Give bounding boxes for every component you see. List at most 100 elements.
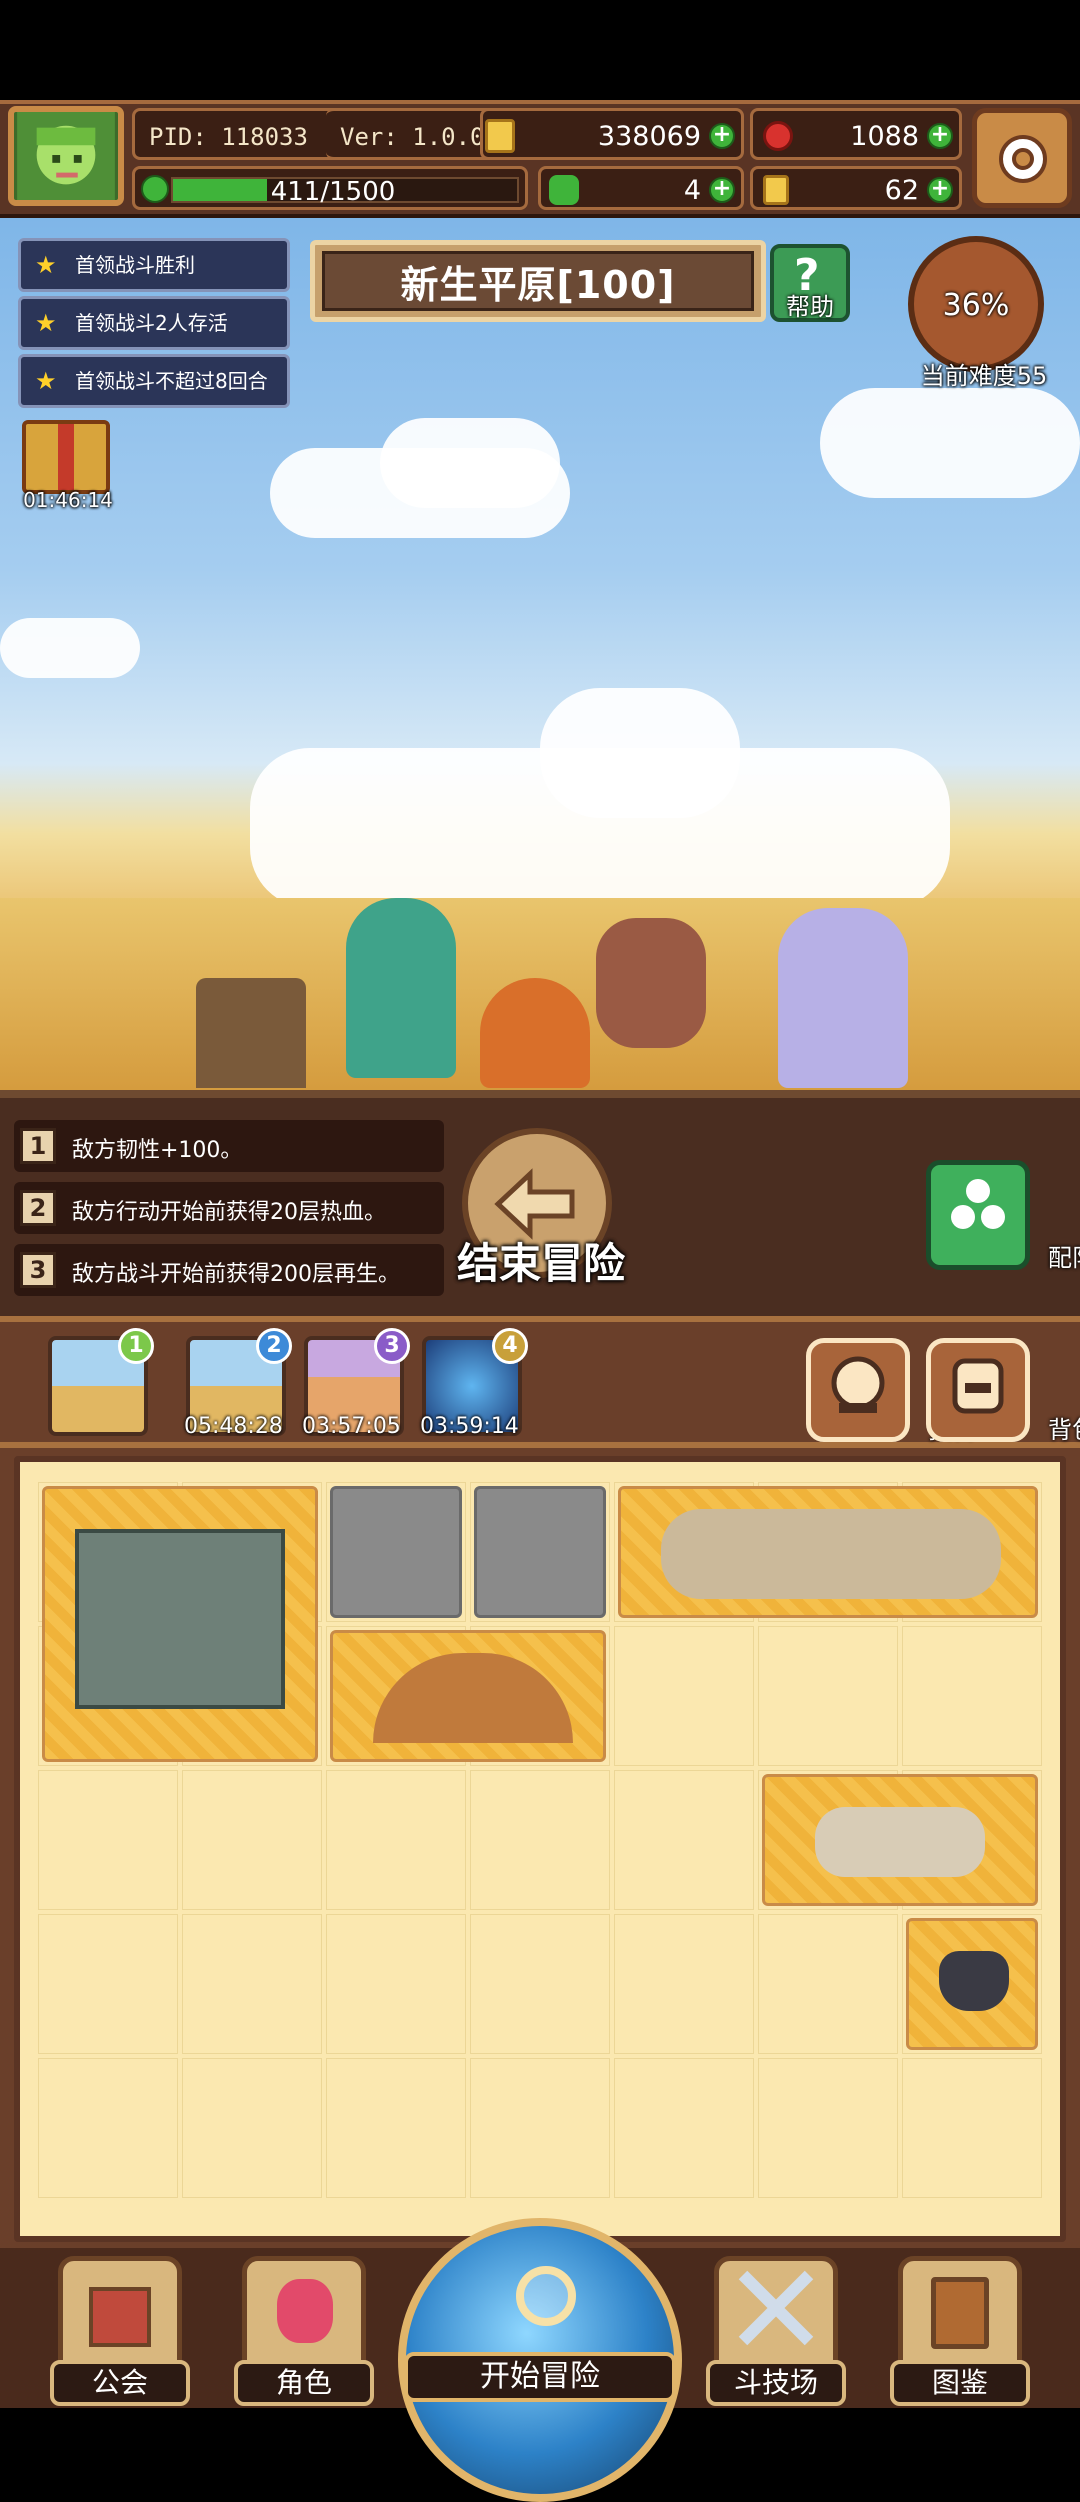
map-number-badge: 4 xyxy=(492,1328,528,1364)
cloud xyxy=(0,618,140,678)
skull-rocks-tile[interactable] xyxy=(618,1486,1038,1618)
stage-title: 新生平原[100] xyxy=(400,262,676,307)
gold-box: 338069 + xyxy=(480,108,744,160)
grid-cell[interactable] xyxy=(470,1914,610,2054)
battle-scene-background xyxy=(0,218,1080,1098)
grid-cell[interactable] xyxy=(326,1914,466,2054)
exploration-grid xyxy=(14,1456,1066,2242)
stage-banner-inner: 新生平原[100] xyxy=(322,251,754,311)
hero-character-1[interactable] xyxy=(346,898,456,1078)
nav-arena[interactable]: 斗技场 xyxy=(706,2256,846,2408)
map-number-badge: 1 xyxy=(118,1328,154,1364)
settings-button[interactable] xyxy=(972,108,1072,208)
end-adventure-label: 结束冒险 xyxy=(456,1239,625,1288)
cauldron-icon xyxy=(939,1951,1009,2011)
rule-text: 敌方战斗开始前获得200层再生。 xyxy=(72,1262,400,1287)
objective-label: 首领战斗胜利 xyxy=(75,253,195,277)
ruined-temple-tile[interactable] xyxy=(42,1486,318,1762)
end-adventure-button[interactable]: 结束冒险 xyxy=(452,1128,625,1288)
grid-cell[interactable] xyxy=(470,2058,610,2198)
hero-character-4[interactable] xyxy=(778,908,908,1088)
hero-character-3[interactable] xyxy=(596,918,706,1048)
team-setup-button[interactable]: 配队 xyxy=(926,1160,1080,1272)
nav-guild-label: 公会 xyxy=(50,2360,190,2406)
grid-cell[interactable] xyxy=(902,2058,1042,2198)
system-status-bar xyxy=(0,0,1080,100)
map-number-badge: 2 xyxy=(256,1328,292,1364)
grid-cell[interactable] xyxy=(758,1914,898,2054)
grid-cell[interactable] xyxy=(38,1770,178,1910)
add-gem-button[interactable]: + xyxy=(927,123,953,149)
animal-skull-tile[interactable] xyxy=(762,1774,1038,1906)
difficulty-progress-badge[interactable]: 36% xyxy=(908,236,1044,372)
start-adventure-button[interactable]: 开始冒险 xyxy=(398,2218,682,2502)
grid-cell[interactable] xyxy=(182,2058,322,2198)
team-label: 配队 xyxy=(1048,1244,1080,1272)
nav-guild[interactable]: 公会 xyxy=(50,2256,190,2408)
grid-cell[interactable] xyxy=(470,1770,610,1910)
gem-box: 1088 + xyxy=(750,108,962,160)
progress-percent: 36% xyxy=(942,288,1010,323)
map-slot-1[interactable]: 1 xyxy=(48,1328,154,1436)
grid-cell[interactable] xyxy=(326,1770,466,1910)
star-icon: ★ xyxy=(35,309,57,337)
add-key-button[interactable]: + xyxy=(927,177,953,203)
enemy-rule-3: 3 敌方战斗开始前获得200层再生。 xyxy=(14,1244,444,1296)
player-avatar[interactable] xyxy=(8,106,124,206)
start-adventure-label: 开始冒险 xyxy=(404,2352,676,2402)
star-icon: ★ xyxy=(35,367,57,395)
grid-cell[interactable] xyxy=(38,2058,178,2198)
skull-rocks-icon xyxy=(661,1509,1001,1599)
nav-character[interactable]: 角色 xyxy=(234,2256,374,2408)
grid-cell[interactable] xyxy=(902,1626,1042,1766)
key-icon xyxy=(763,175,789,205)
avatar-portrait-icon xyxy=(17,112,115,200)
rock-tile[interactable] xyxy=(330,1486,462,1618)
grid-cell[interactable] xyxy=(758,1626,898,1766)
cauldron-tile[interactable] xyxy=(906,1918,1038,2050)
grid-cell[interactable] xyxy=(38,1914,178,2054)
book-icon xyxy=(898,2256,1022,2366)
sand-mound-icon xyxy=(373,1653,573,1743)
guild-house-icon xyxy=(58,2256,182,2366)
add-gold-button[interactable]: + xyxy=(709,123,735,149)
cloud xyxy=(380,418,560,508)
add-clover-button[interactable]: + xyxy=(709,177,735,203)
grid-cell[interactable] xyxy=(182,1914,322,2054)
sand-mound-tile[interactable] xyxy=(330,1630,606,1762)
barrel-sprite xyxy=(196,978,306,1088)
nav-codex[interactable]: 图鉴 xyxy=(890,2256,1030,2408)
rock-tile[interactable] xyxy=(474,1486,606,1618)
help-button[interactable]: ? 帮助 xyxy=(770,244,850,322)
grid-cell[interactable] xyxy=(614,2058,754,2198)
map-timer: 05:48:28 xyxy=(184,1414,283,1439)
prophecy-button[interactable]: 预言 xyxy=(806,1338,976,1444)
grid-cell[interactable] xyxy=(326,2058,466,2198)
grid-cell[interactable] xyxy=(182,1770,322,1910)
grid-cell[interactable] xyxy=(614,1914,754,2054)
clover-box: 4 + xyxy=(538,166,744,210)
gear-icon xyxy=(999,135,1047,183)
gift-box-icon[interactable] xyxy=(22,420,110,494)
help-label: 帮助 xyxy=(786,293,834,321)
team-icon xyxy=(951,1179,1005,1229)
objective-3: ★ 首领战斗不超过8回合 xyxy=(18,354,290,408)
gift-timer: 01:46:14 xyxy=(23,488,113,512)
backpack-button[interactable]: 背包 xyxy=(926,1338,1080,1444)
objective-2: ★ 首领战斗2人存活 xyxy=(18,296,290,350)
stage-banner: 新生平原[100] xyxy=(310,240,766,322)
ruby-gem-icon xyxy=(763,121,793,151)
enemy-rule-2: 2 敌方行动开始前获得20层热血。 xyxy=(14,1182,444,1234)
grid-cell[interactable] xyxy=(614,1626,754,1766)
key-amount: 62 xyxy=(884,175,919,206)
grid-cell[interactable] xyxy=(614,1770,754,1910)
pid-text: PID: 118033 xyxy=(149,123,308,151)
hero-character-2[interactable] xyxy=(480,978,590,1088)
nav-arena-label: 斗技场 xyxy=(706,2360,846,2406)
crossed-swords-icon xyxy=(714,2256,838,2366)
nav-codex-label: 图鉴 xyxy=(890,2360,1030,2406)
gem-amount: 1088 xyxy=(850,121,919,152)
grid-cell[interactable] xyxy=(758,2058,898,2198)
rule-text: 敌方韧性+100。 xyxy=(72,1138,243,1163)
objective-1: ★ 首领战斗胜利 xyxy=(18,238,290,292)
